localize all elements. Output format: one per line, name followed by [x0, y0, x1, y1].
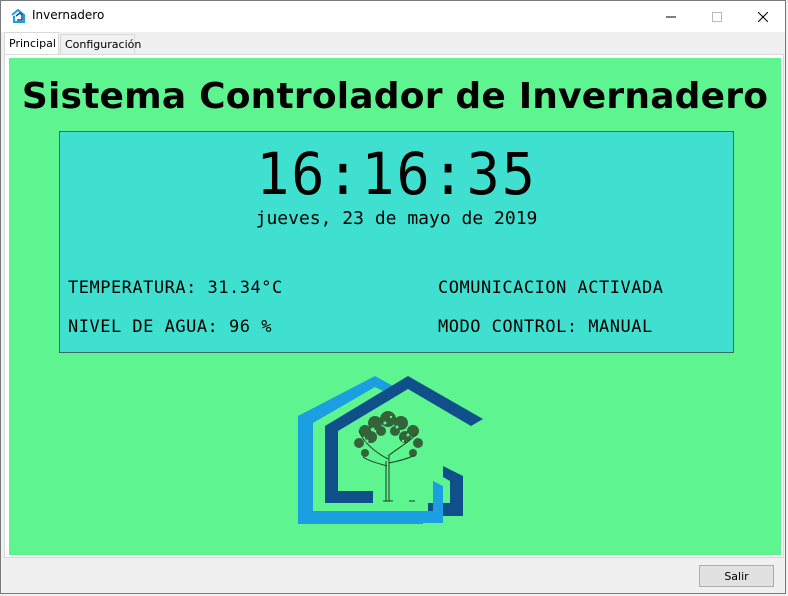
exit-button[interactable]: Salir [699, 565, 774, 587]
page-title: Sistema Controlador de Invernadero [21, 76, 769, 117]
tab-configuracion[interactable]: Configuración [60, 34, 141, 54]
tab-page-principal: Sistema Controlador de Invernadero 16:16… [4, 54, 784, 558]
window-title: Invernadero [32, 8, 105, 22]
communication-status: COMUNICACION ACTIVADA [438, 278, 664, 298]
control-mode-status: MODO CONTROL: MANUAL [438, 317, 653, 337]
status-display: 16:16:35 jueves, 23 de mayo de 2019 TEMP… [59, 131, 734, 353]
maximize-icon [712, 11, 722, 22]
main-panel: Sistema Controlador de Invernadero 16:16… [9, 58, 781, 555]
title-bar[interactable]: Invernadero [1, 1, 785, 32]
close-button[interactable] [740, 1, 786, 32]
greenhouse-app-icon [10, 8, 26, 24]
close-icon [758, 11, 768, 22]
maximize-button[interactable] [694, 1, 740, 32]
app-window: Invernadero Principal Configuración Sist… [0, 0, 786, 594]
water-level-readout: NIVEL DE AGUA: 96 % [68, 317, 272, 337]
temperature-readout: TEMPERATURA: 31.34°C [68, 278, 283, 298]
minimize-button[interactable] [648, 1, 694, 32]
minimize-icon [666, 16, 676, 17]
greenhouse-tree-logo [293, 371, 483, 533]
tab-principal[interactable]: Principal [4, 32, 59, 54]
clock-readout: 16:16:35 [256, 140, 537, 208]
bottom-bar: Salir [1, 558, 787, 595]
date-readout: jueves, 23 de mayo de 2019 [255, 208, 538, 229]
